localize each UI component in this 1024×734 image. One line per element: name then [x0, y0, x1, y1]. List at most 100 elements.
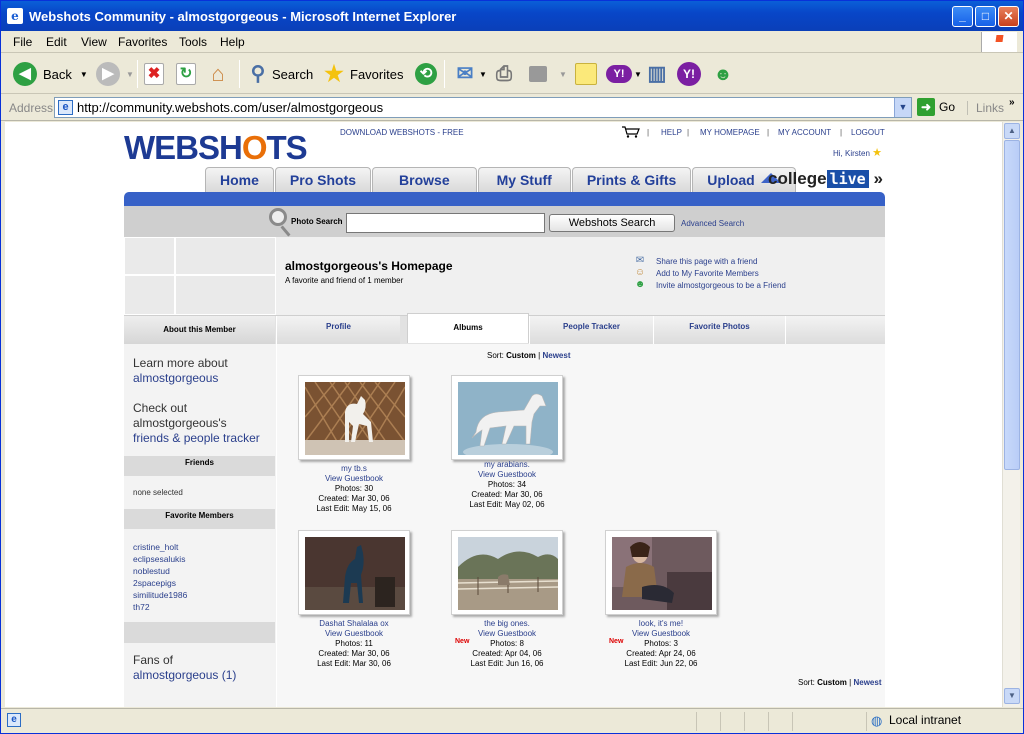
member-link[interactable]: noblestud	[133, 565, 187, 577]
messenger-button[interactable]: ☻	[711, 58, 735, 90]
nav-prints-gifts[interactable]: Prints & Gifts	[571, 167, 692, 192]
minimize-button[interactable]: _	[952, 6, 973, 27]
forward-arrow-icon: ▶	[96, 62, 120, 86]
webshots-search-button[interactable]: Webshots Search	[549, 214, 675, 232]
member-link[interactable]: 2spacepigs	[133, 577, 187, 589]
album-title-link[interactable]: Dashat Shalalaa ox	[279, 619, 429, 629]
edit-dropdown-icon[interactable]: ▼	[559, 70, 567, 79]
homepage-subtitle: A favorite and friend of 1 member	[285, 276, 404, 285]
album-title-link[interactable]: my arabians.	[432, 460, 582, 470]
close-button[interactable]: ✕	[998, 6, 1019, 27]
menu-edit[interactable]: Edit	[46, 35, 67, 49]
tab-albums[interactable]: Albums	[407, 313, 529, 343]
yahoo-button[interactable]: Y! ▼	[606, 58, 642, 90]
album-caption: Dashat Shalalaa ox View Guestbook Photos…	[279, 619, 429, 669]
forward-dropdown-icon[interactable]: ▼	[126, 70, 134, 79]
download-link[interactable]: DOWNLOAD WEBSHOTS - FREE	[340, 128, 464, 137]
yahoo-messenger-button[interactable]: Y!	[677, 58, 701, 90]
sort-custom[interactable]: Custom	[506, 351, 536, 360]
album-thumbnail[interactable]	[298, 530, 410, 615]
my-account-link[interactable]: MY ACCOUNT	[778, 128, 831, 137]
yahoo-dropdown-icon[interactable]: ▼	[634, 70, 642, 79]
add-favorite-link[interactable]: ☺ Add to My Favorite Members	[633, 267, 786, 279]
back-button[interactable]: ◀ Back ▼	[13, 58, 88, 90]
back-dropdown-icon[interactable]: ▼	[80, 70, 88, 79]
research-button[interactable]: ▥	[645, 58, 669, 90]
album-thumbnail[interactable]	[451, 530, 563, 615]
webshots-logo[interactable]: WEBSHOTS	[124, 130, 308, 166]
cart-icon[interactable]	[621, 126, 641, 138]
college-arrow: »	[873, 169, 883, 188]
album-thumbnail[interactable]	[605, 530, 717, 615]
friends-tracker-link[interactable]: friends & people tracker	[133, 431, 260, 446]
view-guestbook-link[interactable]: View Guestbook	[432, 470, 582, 480]
links-chevron-icon[interactable]: »	[1009, 97, 1015, 108]
history-button[interactable]: ⟲	[415, 58, 437, 90]
sort-custom[interactable]: Custom	[817, 678, 847, 687]
learn-more: Learn more about almostgorgeous	[133, 356, 228, 386]
tab-profile[interactable]: Profile	[276, 316, 400, 344]
search-button[interactable]: ⚲ Search	[246, 58, 314, 90]
refresh-icon: ↻	[176, 63, 196, 85]
share-page-link[interactable]: ✉ Share this page with a friend	[633, 255, 786, 267]
nav-my-stuff[interactable]: My Stuff	[477, 167, 571, 192]
menu-view[interactable]: View	[81, 35, 107, 49]
album-title-link[interactable]: the big ones.	[432, 619, 582, 629]
album-title-link[interactable]: look, it's me!	[586, 619, 736, 629]
learn-more-link[interactable]: almostgorgeous	[133, 371, 228, 386]
links-button[interactable]: Links	[967, 101, 1004, 115]
print-button[interactable]: ⎙	[492, 58, 516, 90]
scroll-down-icon[interactable]: ▼	[1004, 688, 1020, 704]
album-last-edit: Last Edit: Jun 16, 06	[470, 659, 544, 668]
mail-button[interactable]: ✉ ▼	[453, 58, 487, 90]
go-arrow-icon: ➜	[917, 98, 935, 116]
mail-dropdown-icon[interactable]: ▼	[479, 70, 487, 79]
help-link[interactable]: HELP	[661, 128, 682, 137]
college-live-text: live	[826, 170, 869, 188]
refresh-button[interactable]: ↻	[176, 58, 196, 90]
maximize-button[interactable]: □	[975, 6, 996, 27]
forward-button[interactable]: ▶ ▼	[96, 58, 134, 90]
album-thumbnail[interactable]	[451, 375, 563, 460]
title-bar: e Webshots Community - almostgorgeous - …	[1, 1, 1023, 31]
nav-browse[interactable]: Browse	[372, 167, 477, 192]
album-title-link[interactable]: my tb.s	[279, 464, 429, 474]
tab-favorite-photos[interactable]: Favorite Photos	[653, 316, 785, 344]
sort-top: Sort: Custom | Newest	[487, 351, 570, 360]
member-link[interactable]: eclipsesalukis	[133, 553, 187, 565]
view-guestbook-link[interactable]: View Guestbook	[279, 629, 429, 639]
logout-link[interactable]: LOGOUT	[851, 128, 885, 137]
sort-newest[interactable]: Newest	[542, 351, 570, 360]
nav-pro-shots[interactable]: Pro Shots	[274, 167, 372, 192]
college-live-link[interactable]: college live »	[768, 169, 883, 189]
scroll-up-icon[interactable]: ▲	[1004, 123, 1020, 139]
go-button[interactable]: ➜ Go	[917, 98, 955, 116]
member-link[interactable]: th72	[133, 601, 187, 613]
scroll-thumb[interactable]	[1004, 140, 1020, 470]
member-link[interactable]: similitude1986	[133, 589, 187, 601]
address-input[interactable]: e http://community.webshots.com/user/alm…	[54, 97, 912, 118]
edit-button[interactable]: ▼	[529, 58, 567, 90]
tab-people-tracker[interactable]: People Tracker	[529, 316, 653, 344]
member-link[interactable]: cristine_holt	[133, 541, 187, 553]
invite-friend-link[interactable]: ☻ Invite almostgorgeous to be a Friend	[633, 279, 786, 291]
check-prefix: Check out	[133, 401, 188, 415]
nav-home[interactable]: Home	[205, 167, 274, 192]
menu-file[interactable]: File	[13, 35, 32, 49]
menu-tools[interactable]: Tools	[179, 35, 207, 49]
address-dropdown-icon[interactable]: ▼	[894, 98, 911, 117]
advanced-search-link[interactable]: Advanced Search	[681, 219, 744, 228]
notes-button[interactable]	[575, 58, 597, 90]
fans-link[interactable]: almostgorgeous (1)	[133, 668, 236, 683]
sort-newest[interactable]: Newest	[853, 678, 881, 687]
photo-search-input[interactable]	[346, 213, 545, 233]
home-button[interactable]: ⌂	[206, 58, 230, 90]
stop-button[interactable]: ✖	[144, 58, 164, 90]
menu-help[interactable]: Help	[220, 35, 245, 49]
favorites-button[interactable]: ★ Favorites	[322, 58, 403, 90]
vertical-scrollbar[interactable]: ▲ ▼	[1002, 122, 1020, 707]
my-homepage-link[interactable]: MY HOMEPAGE	[700, 128, 760, 137]
view-guestbook-link[interactable]: View Guestbook	[279, 474, 429, 484]
menu-favorites[interactable]: Favorites	[118, 35, 167, 49]
album-thumbnail[interactable]	[298, 375, 410, 460]
